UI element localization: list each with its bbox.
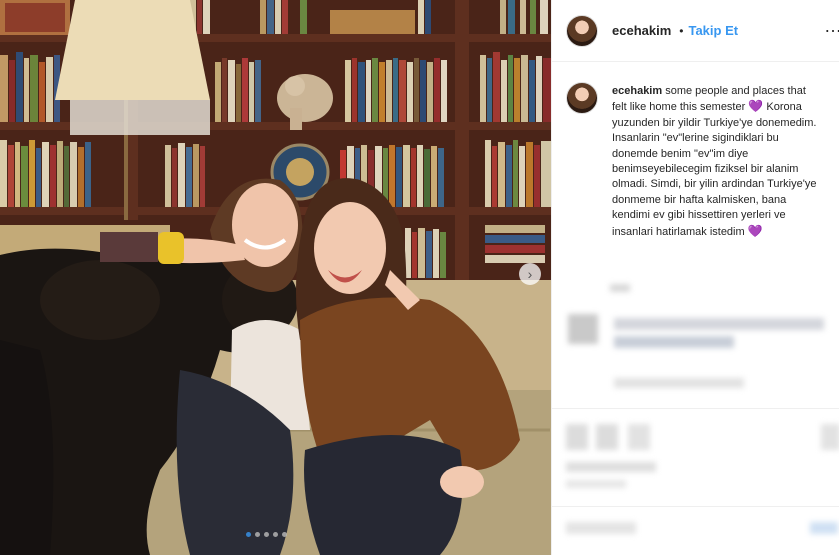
caption-username[interactable]: ecehakim: [612, 85, 662, 97]
blurred-action-bar: [566, 418, 839, 458]
blurred-post-button: [810, 522, 838, 534]
purple-heart-icon: 💜: [748, 99, 764, 114]
blurred-comment-line: [614, 336, 734, 348]
post-photo[interactable]: ›: [0, 0, 551, 555]
photo-illustration: [0, 0, 551, 555]
blurred-commenter-avatar: [568, 314, 598, 344]
caption-avatar[interactable]: [566, 82, 598, 114]
carousel-next-icon[interactable]: ›: [519, 263, 541, 285]
blurred-icon: [566, 424, 588, 450]
blurred-timestamp: [610, 284, 630, 292]
carousel-indicator: [246, 532, 287, 537]
carousel-dot: [246, 532, 251, 537]
blurred-icon: [596, 424, 618, 450]
post-caption: ecehakim some people and places that fel…: [552, 62, 839, 240]
blurred-icon: [821, 424, 839, 450]
divider: [552, 408, 839, 409]
blurred-likes: [566, 462, 656, 472]
divider: [552, 506, 839, 507]
separator-dot: •: [679, 23, 684, 38]
blurred-comment: [566, 312, 839, 402]
blurred-date: [566, 480, 626, 488]
avatar[interactable]: [566, 14, 598, 47]
blurred-comment-line: [614, 378, 744, 388]
more-options-icon[interactable]: …: [824, 16, 839, 37]
blurred-comment-line: [614, 318, 824, 330]
purple-heart-icon: 💜: [747, 223, 763, 238]
header-username[interactable]: ecehakim: [612, 23, 671, 38]
follow-button[interactable]: Takip Et: [688, 23, 738, 38]
carousel-dot: [255, 532, 260, 537]
caption-text: ecehakim some people and places that fel…: [612, 84, 822, 240]
post-header: ecehakim • Takip Et …: [552, 0, 839, 62]
post-side-panel: ecehakim • Takip Et … ecehakim some peop…: [551, 0, 839, 555]
carousel-dot: [273, 532, 278, 537]
carousel-dot: [282, 532, 287, 537]
blurred-icon: [628, 424, 650, 450]
blurred-comment-input: [566, 522, 636, 534]
caption-line-turkish: Korona yuzunden bir yildir Turkiye'ye do…: [612, 101, 817, 238]
carousel-dot: [264, 532, 269, 537]
